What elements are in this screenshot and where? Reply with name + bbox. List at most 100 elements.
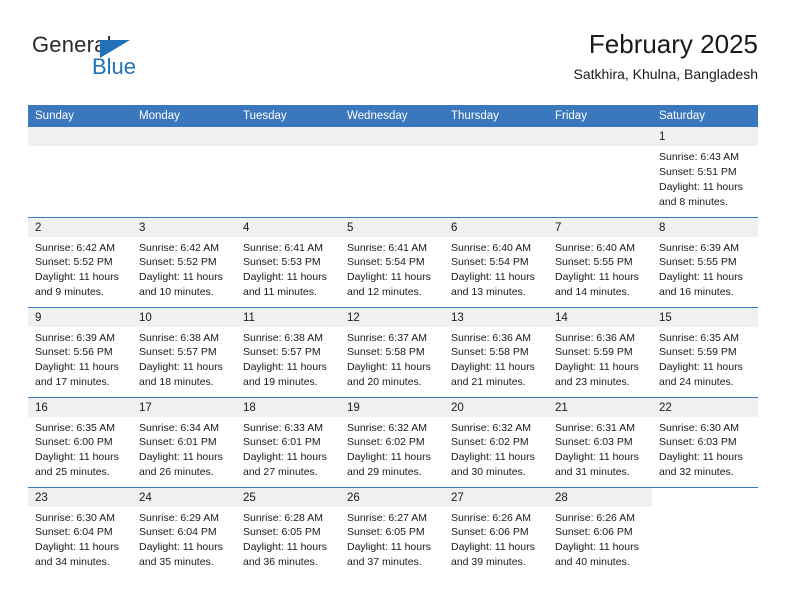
calendar-day-cell[interactable]: 28 Sunrise: 6:26 AM Sunset: 6:06 PM Dayligh…: [548, 486, 652, 577]
sunset-text: Sunset: 6:05 PM: [243, 526, 321, 539]
day-number: 8: [652, 217, 758, 237]
calendar-day-cell[interactable]: 2 Sunrise: 6:42 AM Sunset: 5:52 PM Daylight…: [28, 216, 132, 307]
generalblue-logo[interactable]: General Blue: [32, 34, 232, 90]
daylight-text-line2: and 20 minutes.: [347, 376, 422, 389]
sunset-text: Sunset: 5:55 PM: [555, 256, 633, 269]
day-details: Sunrise: 6:26 AM Sunset: 6:06 PM Daylight:…: [548, 507, 652, 571]
page-title: February 2025: [588, 29, 758, 59]
sunset-text: Sunset: 6:04 PM: [139, 526, 217, 539]
day-number: [132, 127, 236, 146]
day-details: Sunrise: 6:35 AM Sunset: 6:00 PM Daylight:…: [28, 417, 132, 481]
sunrise-text: Sunrise: 6:39 AM: [35, 331, 115, 344]
sunset-text: Sunset: 6:01 PM: [243, 436, 321, 449]
day-number: 16: [28, 397, 132, 417]
sunrise-text: Sunrise: 6:27 AM: [347, 511, 427, 524]
daylight-text-line1: Daylight: 11 hours: [451, 361, 535, 374]
sunrise-text: Sunrise: 6:36 AM: [555, 331, 635, 344]
daylight-text-line1: Daylight: 11 hours: [347, 271, 431, 284]
calendar-day-cell[interactable]: 27 Sunrise: 6:26 AM Sunset: 6:06 PM Dayligh…: [444, 486, 548, 577]
daylight-text-line1: Daylight: 11 hours: [555, 541, 639, 554]
calendar-day-cell[interactable]: 14 Sunrise: 6:36 AM Sunset: 5:59 PM Dayligh…: [548, 306, 652, 397]
calendar-day-cell[interactable]: 20 Sunrise: 6:32 AM Sunset: 6:02 PM Dayligh…: [444, 396, 548, 487]
daylight-text-line1: Daylight: 11 hours: [659, 361, 743, 374]
calendar-day-cell[interactable]: 25 Sunrise: 6:28 AM Sunset: 6:05 PM Dayligh…: [236, 486, 340, 577]
calendar-empty-cell: [444, 127, 548, 217]
sunrise-text: Sunrise: 6:41 AM: [347, 241, 427, 254]
day-details: Sunrise: 6:32 AM Sunset: 6:02 PM Daylight:…: [340, 417, 444, 481]
sunrise-text: Sunrise: 6:42 AM: [139, 241, 219, 254]
day-number: 5: [340, 217, 444, 237]
day-details: Sunrise: 6:28 AM Sunset: 6:05 PM Daylight:…: [236, 507, 340, 571]
daylight-text-line2: and 18 minutes.: [139, 376, 214, 389]
calendar-empty-cell: [132, 127, 236, 217]
daylight-text-line1: Daylight: 11 hours: [139, 361, 223, 374]
day-number: 23: [28, 487, 132, 507]
sunset-text: Sunset: 6:00 PM: [35, 436, 113, 449]
calendar-day-cell[interactable]: 24 Sunrise: 6:29 AM Sunset: 6:04 PM Dayligh…: [132, 486, 236, 577]
day-number: 13: [444, 307, 548, 327]
day-details: Sunrise: 6:39 AM Sunset: 5:55 PM Daylight:…: [652, 237, 758, 301]
calendar-week-row: 2 Sunrise: 6:42 AM Sunset: 5:52 PM Daylight…: [28, 216, 758, 307]
daylight-text-line2: and 40 minutes.: [555, 556, 630, 569]
day-details: Sunrise: 6:38 AM Sunset: 5:57 PM Daylight:…: [132, 327, 236, 391]
day-number: 20: [444, 397, 548, 417]
calendar-day-cell[interactable]: 6 Sunrise: 6:40 AM Sunset: 5:54 PM Daylight…: [444, 216, 548, 307]
day-details: Sunrise: 6:39 AM Sunset: 5:56 PM Daylight:…: [28, 327, 132, 391]
calendar-day-cell[interactable]: 5 Sunrise: 6:41 AM Sunset: 5:54 PM Daylight…: [340, 216, 444, 307]
daylight-text-line1: Daylight: 11 hours: [659, 180, 743, 193]
sunrise-text: Sunrise: 6:40 AM: [555, 241, 635, 254]
day-details: Sunrise: 6:36 AM Sunset: 5:58 PM Daylight:…: [444, 327, 548, 391]
day-number: 21: [548, 397, 652, 417]
calendar-day-cell[interactable]: 16 Sunrise: 6:35 AM Sunset: 6:00 PM Dayligh…: [28, 396, 132, 487]
day-number: 28: [548, 487, 652, 507]
daylight-text-line1: Daylight: 11 hours: [35, 541, 119, 554]
day-number: 24: [132, 487, 236, 507]
title-block: February 2025 Satkhira, Khulna, Banglade…: [574, 29, 758, 83]
day-details: Sunrise: 6:29 AM Sunset: 6:04 PM Daylight:…: [132, 507, 236, 571]
calendar-day-cell[interactable]: 3 Sunrise: 6:42 AM Sunset: 5:52 PM Daylight…: [132, 216, 236, 307]
calendar-day-cell[interactable]: 15 Sunrise: 6:35 AM Sunset: 5:59 PM Dayligh…: [652, 306, 758, 397]
day-number: 12: [340, 307, 444, 327]
calendar-day-cell[interactable]: 7 Sunrise: 6:40 AM Sunset: 5:55 PM Daylight…: [548, 216, 652, 307]
sunrise-text: Sunrise: 6:37 AM: [347, 331, 427, 344]
daylight-text-line2: and 12 minutes.: [347, 286, 422, 299]
day-details: Sunrise: 6:38 AM Sunset: 5:57 PM Daylight:…: [236, 327, 340, 391]
sunrise-text: Sunrise: 6:26 AM: [451, 511, 531, 524]
calendar-week-row: 1 Sunrise: 6:43 AM Sunset: 5:51 PM Daylight…: [28, 127, 758, 217]
sunset-text: Sunset: 5:53 PM: [243, 256, 321, 269]
daylight-text-line1: Daylight: 11 hours: [35, 361, 119, 374]
calendar-day-cell[interactable]: 4 Sunrise: 6:41 AM Sunset: 5:53 PM Daylight…: [236, 216, 340, 307]
day-number: 26: [340, 487, 444, 507]
daylight-text-line2: and 16 minutes.: [659, 286, 734, 299]
calendar-day-cell[interactable]: 8 Sunrise: 6:39 AM Sunset: 5:55 PM Daylight…: [652, 216, 758, 307]
calendar-day-cell[interactable]: 10 Sunrise: 6:38 AM Sunset: 5:57 PM Dayligh…: [132, 306, 236, 397]
daylight-text-line2: and 8 minutes.: [659, 195, 728, 208]
daylight-text-line1: Daylight: 11 hours: [451, 451, 535, 464]
sunrise-text: Sunrise: 6:30 AM: [659, 421, 739, 434]
day-details: Sunrise: 6:40 AM Sunset: 5:55 PM Daylight:…: [548, 237, 652, 301]
calendar-day-cell[interactable]: 11 Sunrise: 6:38 AM Sunset: 5:57 PM Dayligh…: [236, 306, 340, 397]
calendar-day-cell[interactable]: 19 Sunrise: 6:32 AM Sunset: 6:02 PM Dayligh…: [340, 396, 444, 487]
sunrise-text: Sunrise: 6:38 AM: [243, 331, 323, 344]
sunset-text: Sunset: 5:59 PM: [659, 346, 737, 359]
sunset-text: Sunset: 6:04 PM: [35, 526, 113, 539]
calendar-day-cell[interactable]: 1 Sunrise: 6:43 AM Sunset: 5:51 PM Daylight…: [652, 127, 758, 217]
calendar-grid: Sunday Monday Tuesday Wednesday Thursday…: [28, 105, 758, 577]
calendar-day-cell[interactable]: 21 Sunrise: 6:31 AM Sunset: 6:03 PM Dayligh…: [548, 396, 652, 487]
calendar-day-cell[interactable]: 9 Sunrise: 6:39 AM Sunset: 5:56 PM Daylight…: [28, 306, 132, 397]
day-details: Sunrise: 6:42 AM Sunset: 5:52 PM Daylight:…: [132, 237, 236, 301]
daylight-text-line2: and 17 minutes.: [35, 376, 110, 389]
sunset-text: Sunset: 5:52 PM: [139, 256, 217, 269]
day-details: Sunrise: 6:37 AM Sunset: 5:58 PM Daylight:…: [340, 327, 444, 391]
calendar-day-cell[interactable]: 18 Sunrise: 6:33 AM Sunset: 6:01 PM Dayligh…: [236, 396, 340, 487]
calendar-day-cell[interactable]: 22 Sunrise: 6:30 AM Sunset: 6:03 PM Dayligh…: [652, 396, 758, 487]
calendar-day-cell[interactable]: 26 Sunrise: 6:27 AM Sunset: 6:05 PM Dayligh…: [340, 486, 444, 577]
calendar-day-cell[interactable]: 13 Sunrise: 6:36 AM Sunset: 5:58 PM Dayligh…: [444, 306, 548, 397]
daylight-text-line1: Daylight: 11 hours: [243, 451, 327, 464]
daylight-text-line1: Daylight: 11 hours: [35, 271, 119, 284]
sunset-text: Sunset: 5:52 PM: [35, 256, 113, 269]
calendar-day-cell[interactable]: 17 Sunrise: 6:34 AM Sunset: 6:01 PM Dayligh…: [132, 396, 236, 487]
calendar-day-cell[interactable]: 12 Sunrise: 6:37 AM Sunset: 5:58 PM Dayligh…: [340, 306, 444, 397]
day-details: Sunrise: 6:27 AM Sunset: 6:05 PM Daylight:…: [340, 507, 444, 571]
calendar-day-cell[interactable]: 23 Sunrise: 6:30 AM Sunset: 6:04 PM Dayligh…: [28, 486, 132, 577]
